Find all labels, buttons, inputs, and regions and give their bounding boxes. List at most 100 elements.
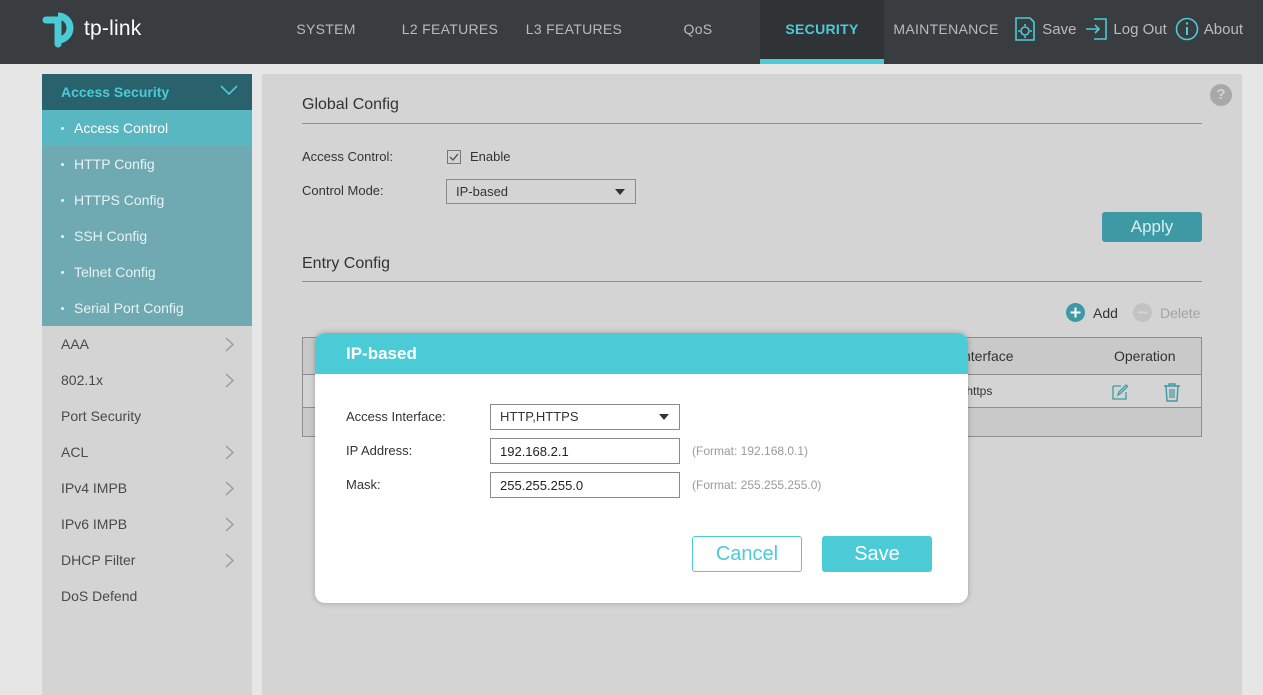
nav-maintenance[interactable]: MAINTENANCE	[884, 0, 1008, 64]
sidebar-group-label: Access Security	[61, 84, 170, 100]
nav-system[interactable]: SYSTEM	[264, 0, 388, 64]
sidebar-item-acl[interactable]: ACL	[42, 434, 252, 470]
mask-format-hint: (Format: 255.255.255.0)	[692, 478, 822, 492]
about-label: About	[1203, 20, 1243, 38]
mask-label: Mask:	[346, 477, 381, 492]
caret-down-icon	[615, 189, 625, 195]
apply-button[interactable]: Apply	[1102, 212, 1202, 242]
logout-button[interactable]: Log Out	[1084, 17, 1167, 41]
minus-circle-icon	[1133, 303, 1152, 322]
sidebar-item-dhcp-filter[interactable]: DHCP Filter	[42, 542, 252, 578]
trash-icon[interactable]	[1163, 382, 1181, 402]
sidebar-item-label: HTTPS Config	[74, 192, 165, 208]
chevron-right-icon	[225, 373, 234, 388]
check-icon	[449, 153, 459, 162]
enable-label: Enable	[470, 149, 511, 164]
control-mode-label: Control Mode:	[302, 183, 384, 198]
sidebar-item-label: Port Security	[61, 408, 142, 424]
edit-icon[interactable]	[1111, 383, 1129, 401]
column-header-interface: nterface	[963, 348, 1014, 364]
main-nav: SYSTEM L2 FEATURES L3 FEATURES QoS SECUR…	[264, 0, 1008, 64]
bullet-icon	[61, 270, 64, 274]
sidebar-item-dos-defend[interactable]: DoS Defend	[42, 578, 252, 614]
bullet-icon	[61, 306, 64, 310]
plus-circle-icon	[1066, 303, 1085, 322]
nav-l2-features[interactable]: L2 FEATURES	[388, 0, 512, 64]
nav-l3-features[interactable]: L3 FEATURES	[512, 0, 636, 64]
bullet-icon	[61, 198, 64, 202]
nav-security[interactable]: SECURITY	[760, 0, 884, 64]
info-icon	[1175, 17, 1199, 41]
save-config-button[interactable]: Save	[1013, 16, 1076, 42]
help-icon[interactable]: ?	[1210, 84, 1232, 106]
bullet-icon	[61, 234, 64, 238]
sidebar-item-http-config[interactable]: HTTP Config	[42, 146, 252, 182]
nav-qos[interactable]: QoS	[636, 0, 760, 64]
caret-down-icon	[659, 414, 669, 420]
bullet-icon	[61, 162, 64, 166]
logo: tp-link	[40, 10, 141, 48]
access-interface-label: Access Interface:	[346, 409, 446, 424]
section-divider	[302, 281, 1202, 282]
add-button[interactable]: Add	[1066, 303, 1118, 322]
sidebar-item-label: IPv4 IMPB	[61, 480, 128, 496]
chevron-right-icon	[225, 481, 234, 496]
control-mode-value: IP-based	[456, 184, 509, 199]
sidebar-item-8021x[interactable]: 802.1x	[42, 362, 252, 398]
sidebar-item-serial-port-config[interactable]: Serial Port Config	[42, 290, 252, 326]
ip-format-hint: (Format: 192.168.0.1)	[692, 444, 809, 458]
bullet-icon	[61, 126, 64, 130]
dialog-title: IP-based	[315, 333, 968, 374]
sidebar-item-ipv4-impb[interactable]: IPv4 IMPB	[42, 470, 252, 506]
top-actions: Save Log Out About	[1005, 16, 1243, 42]
sidebar-item-label: DHCP Filter	[61, 552, 136, 568]
sidebar-item-label: Access Control	[74, 120, 169, 136]
top-bar: tp-link SYSTEM L2 FEATURES L3 FEATURES Q…	[0, 0, 1263, 64]
sidebar-item-port-security[interactable]: Port Security	[42, 398, 252, 434]
access-interface-select[interactable]: HTTP,HTTPS	[490, 404, 680, 430]
sidebar-item-ipv6-impb[interactable]: IPv6 IMPB	[42, 506, 252, 542]
control-mode-select[interactable]: IP-based	[446, 179, 636, 204]
ip-based-dialog: IP-based Access Interface: HTTP,HTTPS IP…	[315, 333, 968, 603]
enable-checkbox[interactable]	[447, 150, 461, 164]
delete-button[interactable]: Delete	[1133, 303, 1200, 322]
access-interface-value: HTTP,HTTPS	[500, 409, 579, 424]
save-button[interactable]: Save	[822, 536, 932, 572]
section-divider	[302, 123, 1202, 124]
entry-config-title: Entry Config	[302, 255, 391, 272]
sidebar-item-label: Telnet Config	[74, 264, 156, 280]
chevron-right-icon	[225, 445, 234, 460]
logo-text: tp-link	[84, 17, 142, 40]
mask-input[interactable]	[490, 472, 680, 498]
sidebar-item-label: SSH Config	[74, 228, 148, 244]
delete-label: Delete	[1160, 304, 1201, 321]
global-config-title: Global Config	[302, 96, 399, 113]
ip-address-label: IP Address:	[346, 443, 413, 458]
chevron-right-icon	[225, 337, 234, 352]
column-header-operation: Operation	[1114, 348, 1176, 364]
sidebar-item-label: ACL	[61, 444, 89, 460]
chevron-right-icon	[225, 553, 234, 568]
ip-address-input[interactable]	[490, 438, 680, 464]
sidebar: Access Security Access Control HTTP Conf…	[42, 74, 252, 695]
sidebar-item-label: Serial Port Config	[74, 300, 184, 316]
save-gear-icon	[1015, 17, 1036, 41]
save-config-label: Save	[1042, 20, 1077, 38]
sidebar-item-aaa[interactable]: AAA	[42, 326, 252, 362]
sidebar-item-label: HTTP Config	[74, 156, 155, 172]
chevron-right-icon	[225, 517, 234, 532]
tp-link-logo-icon	[40, 10, 82, 48]
access-control-label: Access Control:	[302, 149, 394, 164]
sidebar-group-access-security[interactable]: Access Security	[42, 74, 252, 110]
logout-icon	[1086, 18, 1108, 40]
sidebar-item-label: AAA	[61, 336, 90, 352]
sidebar-item-https-config[interactable]: HTTPS Config	[42, 182, 252, 218]
logout-label: Log Out	[1113, 20, 1167, 38]
chevron-down-icon	[220, 85, 238, 96]
sidebar-item-ssh-config[interactable]: SSH Config	[42, 218, 252, 254]
cancel-button[interactable]: Cancel	[692, 536, 802, 572]
about-button[interactable]: About	[1175, 17, 1243, 41]
sidebar-item-telnet-config[interactable]: Telnet Config	[42, 254, 252, 290]
sidebar-item-access-control[interactable]: Access Control	[42, 110, 252, 146]
sidebar-item-label: DoS Defend	[61, 588, 138, 604]
